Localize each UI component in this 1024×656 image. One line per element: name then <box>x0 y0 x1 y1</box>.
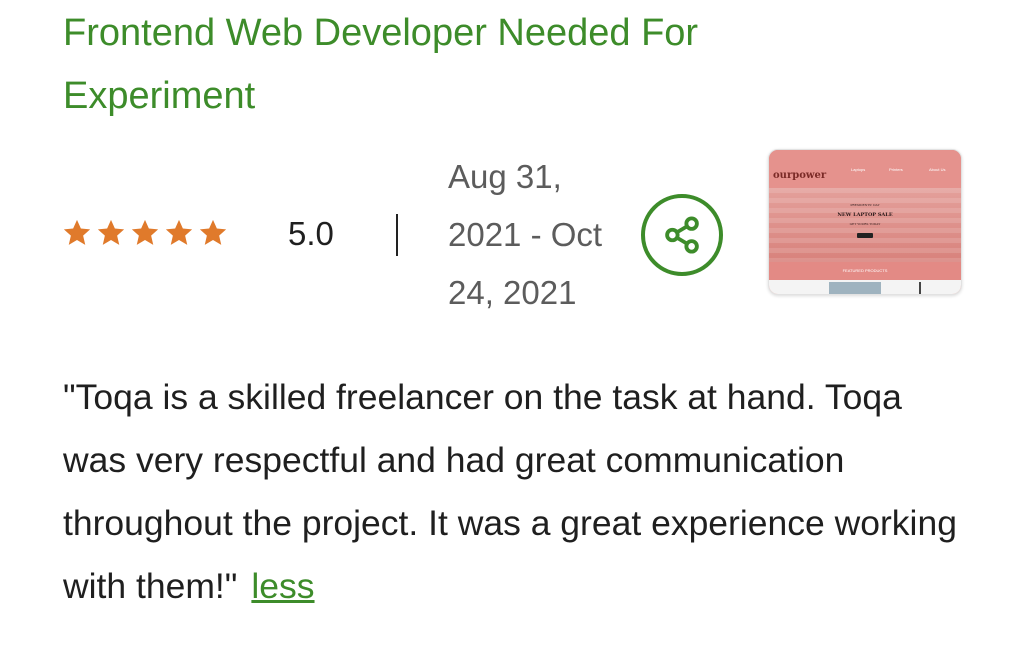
thumbnail-logo: ourpower <box>773 170 827 181</box>
star-icon <box>97 219 125 245</box>
share-button[interactable] <box>641 194 723 276</box>
star-icon <box>165 219 193 245</box>
date-line: Aug 31, <box>448 158 562 195</box>
date-line: 2021 - Oct <box>448 216 603 253</box>
star-icon <box>199 219 227 245</box>
thumbnail-hero-subtitle: GET YOURS TODAY <box>849 222 881 226</box>
thumbnail-featured-heading: FEATURED PRODUCTS <box>769 262 961 280</box>
portfolio-thumbnail[interactable]: ourpower Laptops Printers About Us PRESI… <box>768 149 962 295</box>
date-line: 24, 2021 <box>448 274 577 311</box>
share-icon <box>665 216 699 254</box>
thumbnail-nav-link: Laptops <box>851 167 866 172</box>
thumbnail-product-image <box>919 282 921 294</box>
thumbnail-hero-title: NEW LAPTOP SALE <box>837 212 893 218</box>
thumbnail-hero-kicker: PRESIDENTS' DAY <box>850 203 880 207</box>
thumbnail-product-image <box>829 282 881 294</box>
thumbnail-nav-link: Printers <box>889 167 903 172</box>
thumbnail-hero: PRESIDENTS' DAY NEW LAPTOP SALE GET YOUR… <box>769 188 961 262</box>
less-link[interactable]: less <box>251 566 314 606</box>
star-icon <box>63 219 91 245</box>
thumbnail-hero-button <box>857 233 873 238</box>
divider <box>396 214 398 256</box>
job-title-link[interactable]: Frontend Web Developer Needed For Experi… <box>63 2 823 128</box>
star-icon <box>131 219 159 245</box>
rating-value: 5.0 <box>288 215 334 252</box>
thumbnail-nav-link: About Us <box>929 167 946 172</box>
contract-dates: Aug 31, 2021 - Oct 24, 2021 <box>448 148 628 322</box>
job-review-card: Frontend Web Developer Needed For Experi… <box>0 0 1024 656</box>
thumbnail-products-strip <box>769 280 961 294</box>
star-rating <box>62 218 228 248</box>
review-text: "Toqa is a skilled freelancer on the tas… <box>63 366 963 618</box>
thumbnail-site-header: ourpower Laptops Printers About Us <box>769 150 961 188</box>
review-quote: "Toqa is a skilled freelancer on the tas… <box>63 377 957 606</box>
